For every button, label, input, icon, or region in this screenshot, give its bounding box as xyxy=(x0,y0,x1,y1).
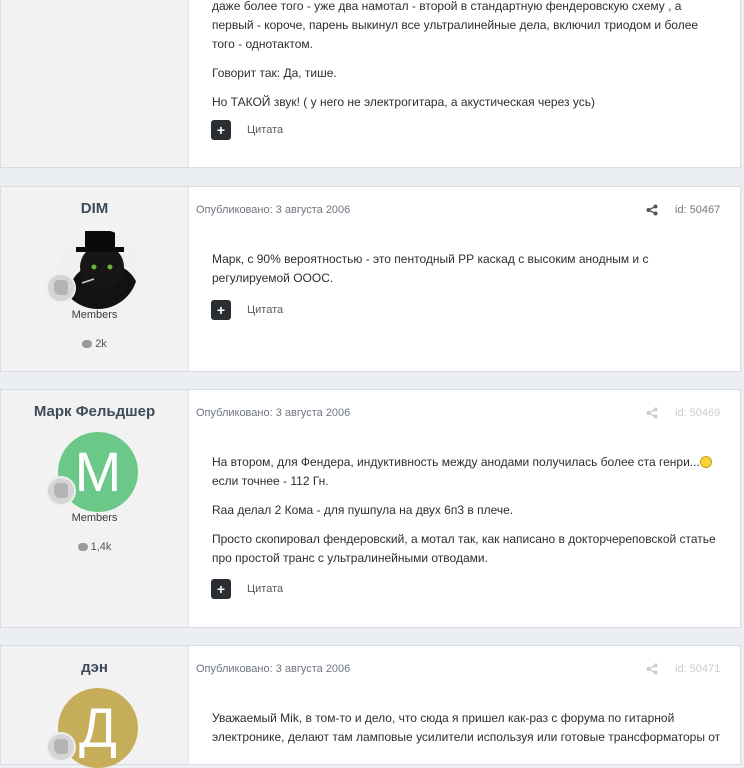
post-count-value: 1,4k xyxy=(90,541,112,553)
post: DIM Members 2k Опубликовано: 3 августа 2… xyxy=(0,186,741,372)
author-name[interactable]: дэн xyxy=(1,659,188,676)
author-name[interactable]: DIM xyxy=(1,200,188,217)
post-paragraph: Говорит так: Да, тише. xyxy=(212,66,337,80)
post-paragraph: если точнее - 112 Гн. xyxy=(212,474,329,488)
quote-button[interactable]: + xyxy=(211,300,231,320)
post-id[interactable]: id: 50469 xyxy=(675,407,720,419)
post-content: Марк, с 90% вероятностью - это пентодный… xyxy=(212,250,722,298)
comment-icon xyxy=(77,543,88,551)
author-name[interactable]: Марк Фельдшер xyxy=(1,403,188,420)
post-paragraph: Raa делал 2 Кома - для пушпула на двух 6… xyxy=(212,503,514,517)
share-icon[interactable] xyxy=(646,663,658,675)
post-paragraph: Марк, с 90% вероятностью - это пентодный… xyxy=(212,252,649,285)
post-count: 2k xyxy=(1,338,188,350)
post-text: На втором, для Фендера, индуктивность ме… xyxy=(212,455,700,469)
post-paragraph: даже более того - уже два намотал - втор… xyxy=(212,0,699,51)
comment-icon xyxy=(82,340,93,348)
post-date[interactable]: Опубликовано: 3 августа 2006 xyxy=(196,663,350,675)
post-id[interactable]: id: 50471 xyxy=(675,663,720,675)
share-icon[interactable] xyxy=(646,204,658,216)
post: Марк Фельдшер М Members 1,4k Опубликован… xyxy=(0,389,741,628)
author-panel xyxy=(1,0,189,167)
post-count: 1,4k xyxy=(1,541,188,553)
rank-badge-icon xyxy=(46,476,76,506)
post-content: На втором, для Фендера, индуктивность ме… xyxy=(212,453,722,578)
quote-button[interactable]: + xyxy=(211,120,231,140)
post-paragraph: Уважаемый Mik, в том-то и дело, что сюда… xyxy=(212,711,721,744)
rank-label: Members xyxy=(71,309,118,321)
post-paragraph: На втором, для Фендера, индуктивность ме… xyxy=(212,453,722,472)
post: дэн Д Опубликовано: 3 августа 2006 id: 5… xyxy=(0,645,741,768)
post-paragraph: Но ТАКОЙ звук! ( у него не электрогитара… xyxy=(212,95,595,109)
smiley-icon xyxy=(699,456,712,468)
quote-button[interactable]: + xyxy=(211,579,231,599)
post: даже более того - уже два намотал - втор… xyxy=(0,0,741,168)
rank-badge-icon xyxy=(46,732,76,762)
quote-label[interactable]: Цитата xyxy=(247,304,283,316)
quote-label[interactable]: Цитата xyxy=(247,124,283,136)
post-id[interactable]: id: 50467 xyxy=(675,204,720,216)
rank-label: Members xyxy=(71,512,118,524)
post-date[interactable]: Опубликовано: 3 августа 2006 xyxy=(196,204,350,216)
post-paragraph: Просто скопировал фендеровский, а мотал … xyxy=(212,532,716,565)
share-icon[interactable] xyxy=(646,407,658,419)
quote-label[interactable]: Цитата xyxy=(247,583,283,595)
post-count-value: 2k xyxy=(95,338,107,350)
post-date[interactable]: Опубликовано: 3 августа 2006 xyxy=(196,407,350,419)
rank-badge-icon xyxy=(46,273,76,303)
post-content: даже более того - уже два намотал - втор… xyxy=(212,0,722,122)
